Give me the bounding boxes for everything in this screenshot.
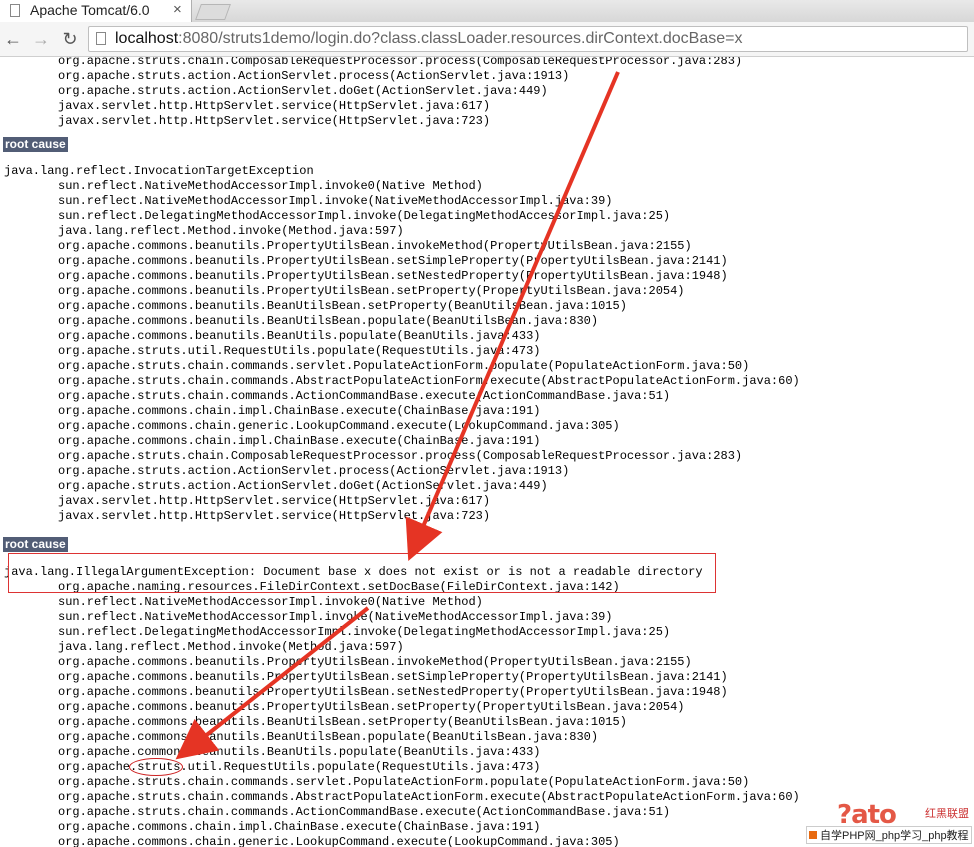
stack-frame: sun.reflect.DelegatingMethodAccessorImpl…: [58, 625, 671, 639]
watermark-badge: 自学PHP网_php学习_php教程: [806, 826, 972, 844]
stack-frame: sun.reflect.NativeMethodAccessorImpl.inv…: [58, 179, 483, 193]
reload-button[interactable]: ↻: [59, 28, 81, 50]
stack-frame: java.lang.reflect.Method.invoke(Method.j…: [58, 640, 404, 654]
stack-frame: org.apache.struts.chain.ComposableReques…: [58, 57, 743, 68]
stack-frame: org.apache.struts.chain.commands.Abstrac…: [58, 374, 800, 388]
browser-toolbar: ← → ↻ localhost:8080/struts1demo/login.d…: [0, 22, 974, 57]
page-info-icon[interactable]: [96, 32, 106, 45]
stack-frame: org.apache.commons.beanutils.BeanUtilsBe…: [58, 730, 599, 744]
stack-frame: org.apache.commons.beanutils.PropertyUti…: [58, 700, 685, 714]
stack-frame: org.apache.commons.beanutils.BeanUtils.p…: [58, 329, 541, 343]
stack-frame: org.apache.commons.beanutils.PropertyUti…: [58, 284, 685, 298]
stack-frame: org.apache.commons.chain.generic.LookupC…: [58, 835, 620, 847]
stack-frame: javax.servlet.http.HttpServlet.service(H…: [58, 99, 491, 113]
stack-frame: org.apache.struts.chain.commands.ActionC…: [58, 805, 671, 819]
error-page: org.apache.struts.chain.ComposableReques…: [0, 57, 974, 847]
close-tab-icon[interactable]: ×: [173, 1, 182, 18]
stack-frame: org.apache.commons.beanutils.PropertyUti…: [58, 239, 692, 253]
stack-frame: org.apache.commons.chain.impl.ChainBase.…: [58, 820, 541, 834]
new-tab-button[interactable]: [195, 4, 231, 20]
php-icon: [809, 831, 817, 839]
stack-frame: org.apache.struts.action.ActionServlet.d…: [58, 479, 548, 493]
stack-frame: org.apache.struts.action.ActionServlet.p…: [58, 464, 570, 478]
forward-button[interactable]: →: [30, 28, 52, 50]
tab-title: Apache Tomcat/6.0: [30, 2, 150, 18]
stack-frame: sun.reflect.NativeMethodAccessorImpl.inv…: [58, 194, 613, 208]
watermark-brand: 红黑联盟: [925, 808, 969, 820]
watermark-badge-text: 自学PHP网_php学习_php教程: [820, 830, 969, 842]
stack-frame: org.apache.struts.action.ActionServlet.d…: [58, 84, 548, 98]
tab-strip: Apache Tomcat/6.0 ×: [0, 0, 974, 23]
stack-frame: org.apache.commons.chain.generic.LookupC…: [58, 419, 620, 433]
stack-frame: org.apache.commons.beanutils.PropertyUti…: [58, 254, 728, 268]
stack-frame: org.apache.commons.beanutils.BeanUtilsBe…: [58, 715, 627, 729]
stack-frame: sun.reflect.NativeMethodAccessorImpl.inv…: [58, 610, 613, 624]
stack-frame: org.apache.struts.chain.commands.servlet…: [58, 775, 750, 789]
stack-frame: org.apache.struts.chain.ComposableReques…: [58, 449, 743, 463]
stack-frame: org.apache.struts.chain.commands.servlet…: [58, 359, 750, 373]
stack-frame: org.apache.struts.action.ActionServlet.p…: [58, 69, 570, 83]
address-bar[interactable]: localhost:8080/struts1demo/login.do?clas…: [88, 26, 968, 52]
stack-frame: org.apache.commons.beanutils.BeanUtilsBe…: [58, 314, 599, 328]
stack-frame: org.apache.struts.chain.commands.Abstrac…: [58, 790, 800, 804]
stack-frame: java.lang.reflect.Method.invoke(Method.j…: [58, 224, 404, 238]
url-path: :8080/struts1demo/login.do?class.classLo…: [178, 30, 743, 47]
exception-line: java.lang.reflect.InvocationTargetExcept…: [4, 164, 314, 178]
stack-frame: org.apache.commons.beanutils.PropertyUti…: [58, 655, 692, 669]
stack-frame: org.apache.commons.beanutils.BeanUtils.p…: [58, 745, 541, 759]
stack-frame: org.apache.commons.beanutils.PropertyUti…: [58, 670, 728, 684]
root-cause-heading: root cause: [3, 537, 68, 552]
back-button[interactable]: ←: [2, 28, 24, 50]
stack-frame: org.apache.commons.chain.impl.ChainBase.…: [58, 404, 541, 418]
url-host: localhost: [115, 30, 179, 47]
page-icon: [10, 4, 20, 17]
highlight-box: [8, 553, 716, 593]
stack-frame: javax.servlet.http.HttpServlet.service(H…: [58, 114, 491, 128]
stack-frame: org.apache.struts.chain.commands.ActionC…: [58, 389, 671, 403]
stack-frame: sun.reflect.NativeMethodAccessorImpl.inv…: [58, 595, 483, 609]
stack-frame: org.apache.commons.beanutils.BeanUtilsBe…: [58, 299, 627, 313]
stack-frame: org.apache.commons.beanutils.PropertyUti…: [58, 269, 728, 283]
stack-frame: javax.servlet.http.HttpServlet.service(H…: [58, 509, 491, 523]
stack-frame: org.apache.commons.chain.impl.ChainBase.…: [58, 434, 541, 448]
stack-frame: sun.reflect.DelegatingMethodAccessorImpl…: [58, 209, 671, 223]
stack-frame: javax.servlet.http.HttpServlet.service(H…: [58, 494, 491, 508]
browser-tab[interactable]: Apache Tomcat/6.0 ×: [0, 0, 192, 22]
stack-frame: org.apache.struts.util.RequestUtils.popu…: [58, 344, 541, 358]
stack-frame: org.apache.commons.beanutils.PropertyUti…: [58, 685, 728, 699]
root-cause-heading: root cause: [3, 137, 68, 152]
url-text[interactable]: localhost:8080/struts1demo/login.do?clas…: [115, 30, 742, 48]
highlight-oval: [129, 758, 183, 776]
